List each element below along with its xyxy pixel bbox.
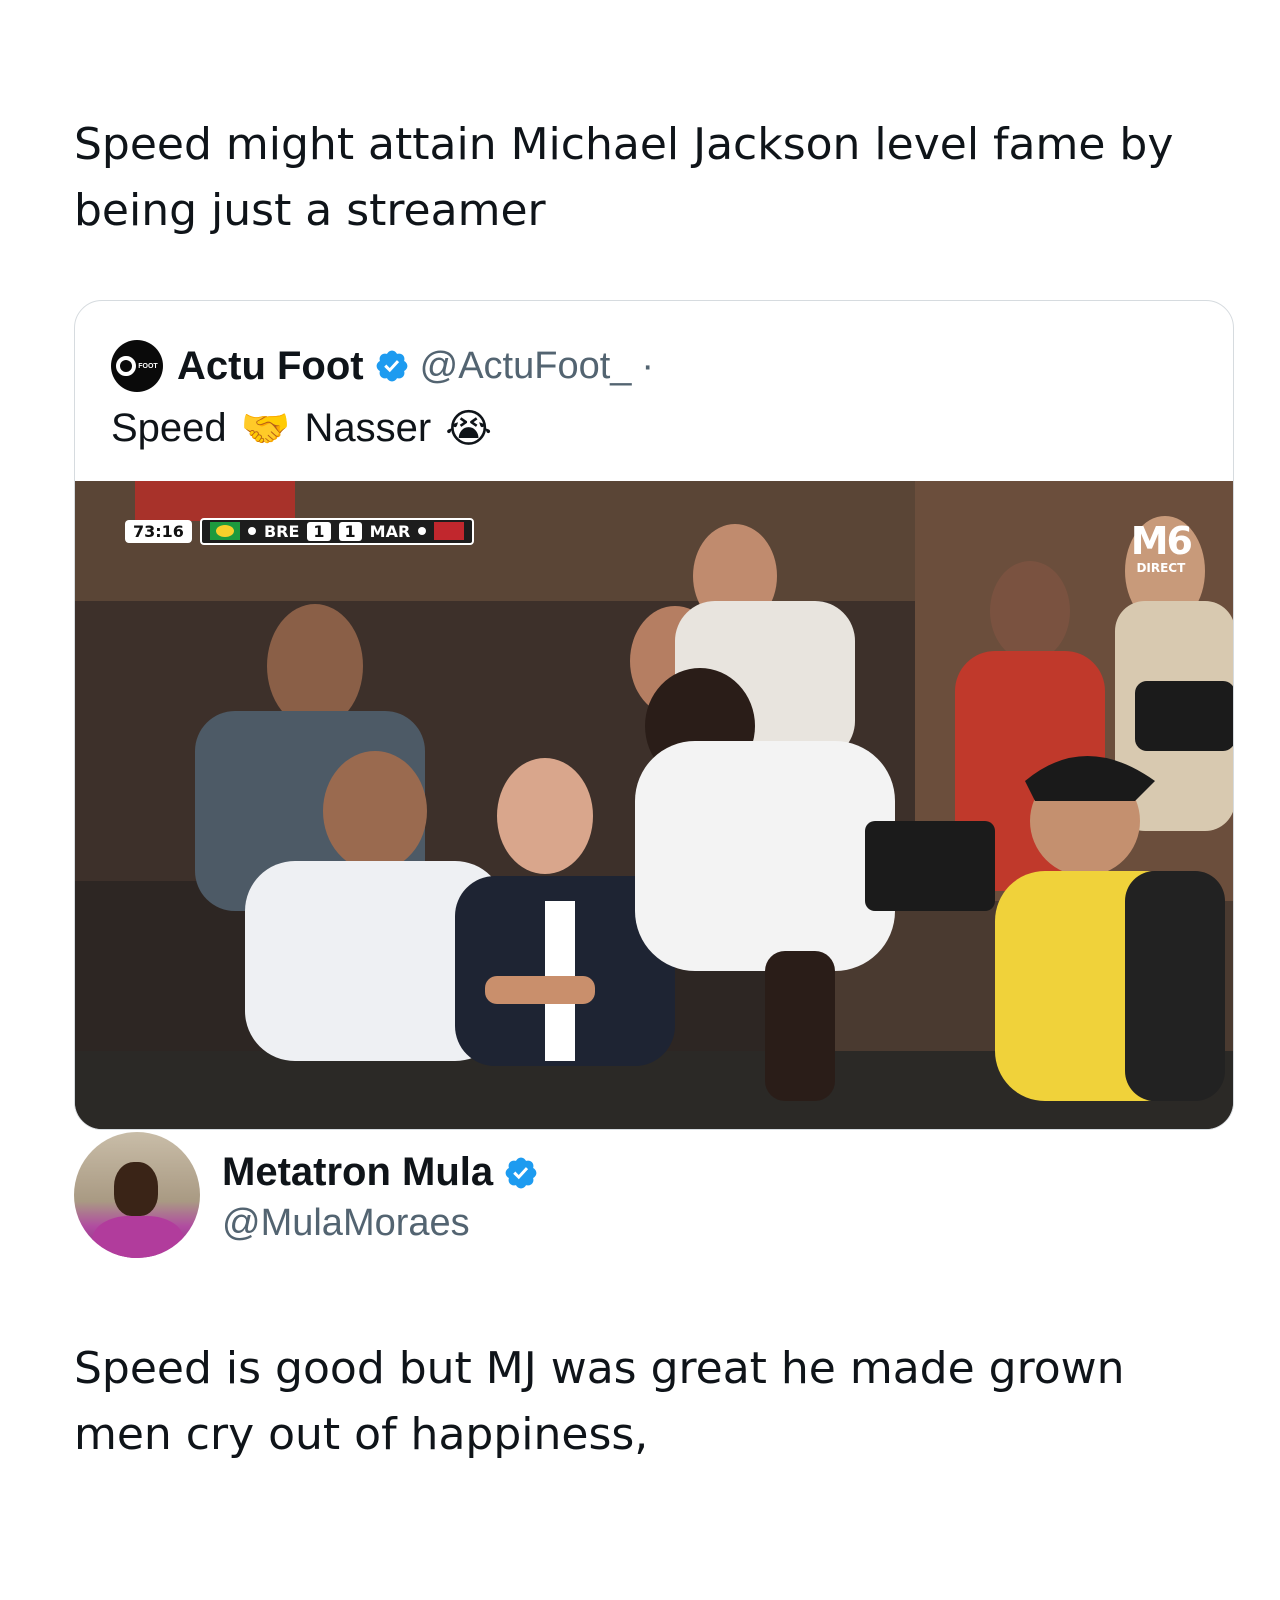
match-scoreboard: 73:16 BRE 1 1 MAR — [125, 517, 475, 545]
match-clock: 73:16 — [125, 519, 192, 543]
actu-foot-avatar[interactable]: FOOT — [111, 340, 163, 392]
logo-ring-icon — [116, 356, 137, 376]
team1-code: BRE — [263, 521, 300, 541]
verified-badge-icon — [505, 1157, 537, 1188]
reply-author-name[interactable]: Metatron Mula — [222, 1150, 493, 1195]
reply-header: Metatron Mula @MulaMoraes — [74, 1132, 1204, 1262]
stadium-scene-image — [75, 481, 1233, 1129]
avatar-face — [114, 1162, 158, 1216]
team2-score: 1 — [338, 521, 362, 541]
separator-dot: · — [641, 344, 655, 387]
post-text: Speed might attain Michael Jackson level… — [74, 119, 1174, 236]
quoted-tweet-text: Speed 🤝 Nasser 😭 — [111, 405, 492, 453]
avatar-shirt — [92, 1216, 184, 1258]
broadcaster-logo: M6 DIRECT — [1130, 519, 1193, 575]
reply-author-row: Metatron Mula — [222, 1150, 539, 1195]
quoted-tweet-header: FOOT Actu Foot @ActuFoot_ · — [111, 340, 655, 392]
reply-author-handle[interactable]: @MulaMoraes — [222, 1202, 470, 1245]
m6-logo-icon: M6 — [1130, 519, 1193, 563]
avatar-logo-text: FOOT — [138, 362, 158, 370]
score-panel: BRE 1 1 MAR — [199, 517, 475, 545]
team1-score: 1 — [307, 521, 331, 541]
quoted-text-speed: Speed — [111, 406, 227, 450]
morocco-flag-icon — [434, 522, 465, 540]
live-label: DIRECT — [1136, 561, 1186, 575]
brazil-flag-icon — [209, 522, 240, 540]
verified-badge-icon — [376, 350, 407, 382]
quoted-author-handle[interactable]: @ActuFoot_ — [420, 345, 632, 388]
reply-text: Speed is good but MJ was great he made g… — [74, 1343, 1125, 1460]
crying-face-icon: 😭 — [445, 405, 492, 452]
team2-code: MAR — [369, 521, 411, 541]
handshake-icon: 🤝 — [240, 406, 291, 452]
quoted-author-name[interactable]: Actu Foot — [177, 344, 364, 389]
quoted-text-nasser: Nasser — [304, 406, 432, 450]
team-color-dot-icon — [418, 527, 427, 535]
team-color-dot-icon — [247, 527, 256, 535]
metatron-mula-avatar[interactable] — [74, 1132, 200, 1258]
quoted-tweet-card[interactable]: FOOT Actu Foot @ActuFoot_ · Speed 🤝 Nass… — [74, 300, 1234, 1130]
quoted-tweet-photo[interactable]: 73:16 BRE 1 1 MAR M6 DIRECT — [75, 481, 1233, 1129]
